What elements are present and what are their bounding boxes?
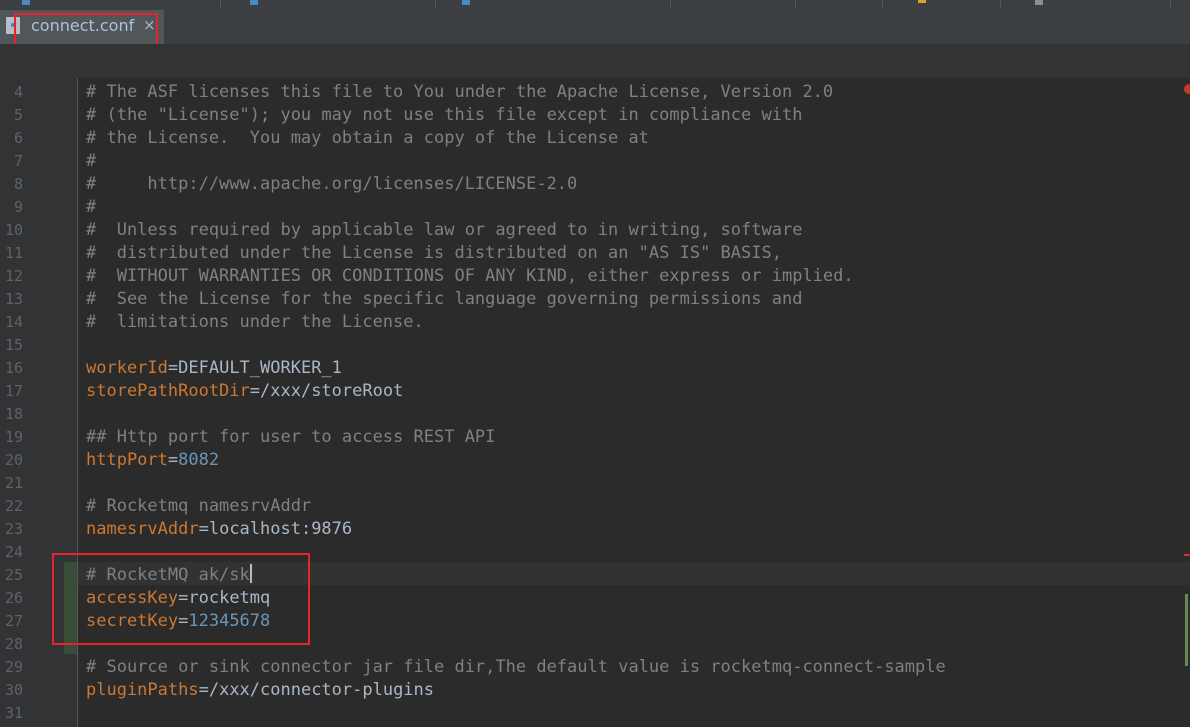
- property-value: localhost:9876: [208, 519, 353, 539]
- equals-sign: =: [249, 381, 261, 401]
- code-line-comment: #: [86, 151, 97, 171]
- highlight-box-aksk: [52, 553, 310, 645]
- code-line-comment: # See the License for the specific langu…: [86, 289, 803, 309]
- line-number: 12: [4, 267, 23, 285]
- code-line-comment: # Rocketmq namesrvAddr: [86, 496, 312, 516]
- code-line-comment: # http://www.apache.org/licenses/LICENSE…: [86, 174, 578, 194]
- code-line-comment: # distributed under the License is distr…: [86, 243, 782, 263]
- line-number: 31: [4, 704, 23, 722]
- equals-sign: =: [198, 680, 209, 700]
- property-value: DEFAULT_WORKER_1: [178, 358, 342, 378]
- line-number: 20: [4, 451, 23, 469]
- line-number: 18: [4, 405, 23, 423]
- code-line-comment: #: [86, 197, 97, 217]
- line-number: 22: [4, 497, 23, 515]
- code-line-comment: ## Http port for user to access REST API: [86, 427, 496, 447]
- line-number: 8: [13, 175, 23, 193]
- tab-separator: [1000, 0, 1001, 8]
- code-line-comment: # Source or sink connector jar file dir,…: [86, 657, 946, 677]
- line-number: 17: [4, 382, 23, 400]
- highlight-box-tab: [14, 13, 158, 48]
- code-line-namesrv-addr: namesrvAddr=localhost:9876: [86, 518, 352, 541]
- change-stripe-mark[interactable]: [1185, 594, 1188, 666]
- tab-separator: [795, 0, 796, 8]
- equals-sign: =: [167, 450, 179, 470]
- line-number: 24: [4, 543, 23, 561]
- line-number: 4: [13, 83, 23, 101]
- file-tab-marker[interactable]: [22, 0, 30, 5]
- tab-separator: [435, 0, 436, 8]
- code-line-comment: # limitations under the License.: [86, 312, 424, 332]
- tab-separator: [1170, 0, 1171, 8]
- equals-sign: =: [167, 358, 179, 378]
- code-line-comment: # the License. You may obtain a copy of …: [86, 128, 649, 148]
- line-number: 16: [4, 359, 23, 377]
- code-line-comment: # The ASF licenses this file to You unde…: [86, 82, 834, 102]
- tab-separator: [220, 0, 221, 8]
- file-tab-marker[interactable]: [462, 0, 470, 5]
- property-value: /xxx/storeRoot: [260, 381, 404, 401]
- property-key: pluginPaths: [86, 680, 199, 700]
- file-tab-marker[interactable]: [918, 0, 926, 3]
- line-number: 25: [4, 566, 23, 584]
- line-number: 7: [13, 152, 23, 170]
- file-tab-marker[interactable]: [250, 0, 258, 5]
- editor-tab-bar: connect.conf ×: [0, 10, 1190, 44]
- code-line-store-path: storePathRootDir=/xxx/storeRoot: [86, 380, 403, 403]
- code-line-comment: # (the "License"); you may not use this …: [86, 105, 803, 125]
- line-number: 27: [4, 612, 23, 630]
- line-number: 5: [13, 106, 23, 124]
- property-key: namesrvAddr: [86, 519, 199, 539]
- property-key: httpPort: [86, 450, 168, 470]
- line-number: 14: [4, 313, 23, 331]
- line-number: 28: [4, 635, 23, 653]
- error-stripe-mark[interactable]: [1184, 554, 1190, 556]
- file-tab-marker[interactable]: [1035, 0, 1043, 5]
- property-key: storePathRootDir: [86, 381, 250, 401]
- line-number: 29: [4, 658, 23, 676]
- line-number: 30: [4, 681, 23, 699]
- code-line-plugin-paths: pluginPaths=/xxx/connector-plugins: [86, 679, 434, 702]
- line-number: 23: [4, 520, 23, 538]
- line-number: 6: [13, 129, 23, 147]
- code-line-worker-id: workerId=DEFAULT_WORKER_1: [86, 357, 342, 380]
- code-line-comment: # Unless required by applicable law or a…: [86, 220, 803, 240]
- line-number: 26: [4, 589, 23, 607]
- line-number: 10: [4, 221, 23, 239]
- line-number: 19: [4, 428, 23, 446]
- line-number: 9: [13, 198, 23, 216]
- property-value: 8082: [178, 450, 220, 470]
- code-line-http-port: httpPort=8082: [86, 449, 219, 472]
- line-number: 15: [4, 336, 23, 354]
- line-number: 13: [4, 290, 23, 308]
- equals-sign: =: [198, 519, 209, 539]
- property-key: workerId: [86, 358, 168, 378]
- tab-separator: [670, 0, 671, 8]
- property-value: /xxx/connector-plugins: [208, 680, 435, 700]
- code-line-comment: # WITHOUT WARRANTIES OR CONDITIONS OF AN…: [86, 266, 854, 286]
- line-number: 11: [4, 244, 23, 262]
- error-indicator-icon[interactable]: [1184, 84, 1190, 94]
- breadcrumb-bar: [0, 44, 1190, 79]
- tab-separator: [882, 0, 883, 8]
- line-number: 21: [4, 474, 23, 492]
